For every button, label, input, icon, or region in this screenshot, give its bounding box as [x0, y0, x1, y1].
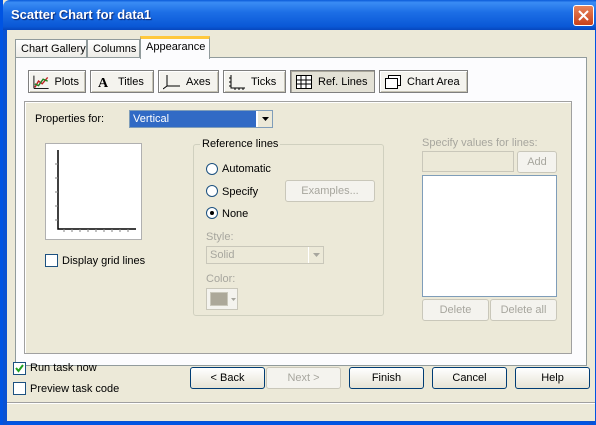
- status-bar: [7, 402, 595, 421]
- titles-label: Titles: [118, 75, 144, 88]
- display-grid-lines-checkbox[interactable]: [45, 254, 58, 267]
- finish-label: Finish: [371, 372, 402, 384]
- titles-icon: A: [98, 76, 109, 90]
- run-task-checkbox[interactable]: [13, 362, 26, 375]
- ticks-icon: [229, 74, 245, 90]
- preview-code-checkbox[interactable]: [13, 382, 26, 395]
- tab-label: Chart Gallery: [21, 43, 86, 55]
- radio-selected-dot: [210, 211, 214, 215]
- window-title: Scatter Chart for data1: [11, 7, 152, 22]
- ref-lines-button[interactable]: Ref. Lines: [290, 70, 375, 93]
- specify-values-label: Specify values for lines:: [422, 137, 538, 149]
- delete-all-button[interactable]: Delete all: [490, 299, 557, 321]
- style-label: Style:: [206, 231, 234, 243]
- style-value: Solid: [210, 249, 235, 261]
- back-button[interactable]: < Back: [190, 367, 265, 389]
- color-label: Color:: [206, 273, 236, 285]
- title-bar[interactable]: Scatter Chart for data1: [3, 0, 596, 30]
- axes-icon: [163, 74, 180, 89]
- close-button[interactable]: [573, 5, 594, 26]
- chart-preview: [45, 143, 142, 240]
- back-label: < Back: [210, 372, 245, 384]
- next-button[interactable]: Next >: [266, 367, 341, 389]
- checkmark-icon: [15, 364, 24, 373]
- tab-label: Appearance: [146, 41, 206, 53]
- titles-button[interactable]: A Titles: [90, 70, 154, 93]
- tab-appearance[interactable]: Appearance: [140, 36, 210, 59]
- chart-area-icon: [385, 74, 401, 89]
- dialog-window: Scatter Chart for data1 Chart Gallery Co…: [0, 0, 596, 425]
- appearance-panel: Plots A Titles Axes Ticks Ref. Lines Cha…: [15, 57, 587, 366]
- plots-button[interactable]: Plots: [28, 70, 86, 93]
- specify-radio[interactable]: [206, 185, 218, 197]
- automatic-radio[interactable]: [206, 163, 218, 175]
- values-listbox[interactable]: [422, 175, 557, 297]
- delete-button[interactable]: Delete: [422, 299, 489, 321]
- display-grid-lines-label: Display grid lines: [62, 255, 146, 267]
- help-label: Help: [541, 372, 564, 384]
- color-picker-button[interactable]: [206, 288, 238, 310]
- value-input[interactable]: [422, 151, 514, 172]
- delete-label: Delete: [439, 304, 472, 316]
- chevron-down-icon[interactable]: [308, 247, 323, 263]
- help-button[interactable]: Help: [515, 367, 590, 389]
- examples-label: Examples...: [301, 185, 359, 197]
- dialog-client-area: Chart Gallery Columns Appearance Plots A…: [7, 30, 595, 421]
- properties-for-value: Vertical: [130, 111, 256, 127]
- reference-lines-legend: Reference lines: [200, 138, 281, 150]
- plots-label: Plots: [54, 75, 79, 88]
- add-button[interactable]: Add: [517, 151, 557, 173]
- preview-axes-graphic: [55, 150, 136, 232]
- axes-label: Axes: [186, 75, 211, 88]
- cancel-label: Cancel: [452, 372, 487, 384]
- plots-icon: [33, 75, 49, 89]
- ref-lines-label: Ref. Lines: [318, 75, 368, 88]
- ref-lines-icon: [296, 74, 312, 89]
- tab-label: Columns: [93, 43, 137, 55]
- add-label: Add: [527, 156, 547, 168]
- next-label: Next >: [287, 372, 320, 384]
- examples-button[interactable]: Examples...: [285, 180, 375, 202]
- run-task-label: Run task now: [30, 362, 97, 374]
- tab-columns[interactable]: Columns: [87, 39, 140, 58]
- reference-lines-group: Reference lines Automatic Specify Exampl…: [193, 138, 384, 316]
- chart-area-button[interactable]: Chart Area: [379, 70, 468, 93]
- properties-for-select[interactable]: Vertical: [129, 110, 273, 128]
- ticks-button[interactable]: Ticks: [223, 70, 286, 93]
- properties-for-label: Properties for:: [35, 113, 105, 125]
- chevron-down-icon: [231, 298, 236, 301]
- preview-code-label: Preview task code: [30, 383, 120, 395]
- delete-all-label: Delete all: [500, 304, 547, 316]
- specify-label: Specify: [222, 186, 259, 198]
- close-icon: [578, 10, 589, 21]
- style-select[interactable]: Solid: [206, 246, 324, 264]
- axes-button[interactable]: Axes: [158, 70, 219, 93]
- chart-area-label: Chart Area: [407, 75, 460, 88]
- ticks-label: Ticks: [251, 75, 277, 88]
- tab-chart-gallery[interactable]: Chart Gallery: [15, 39, 87, 58]
- ref-lines-properties-panel: Properties for: Vertical Display grid li…: [24, 101, 572, 354]
- finish-button[interactable]: Finish: [349, 367, 424, 389]
- color-swatch: [210, 292, 228, 306]
- svg-text:A: A: [98, 76, 109, 90]
- none-radio[interactable]: [206, 207, 218, 219]
- automatic-label: Automatic: [222, 163, 271, 175]
- none-label: None: [222, 208, 249, 220]
- chevron-down-icon[interactable]: [257, 111, 272, 127]
- cancel-button[interactable]: Cancel: [432, 367, 507, 389]
